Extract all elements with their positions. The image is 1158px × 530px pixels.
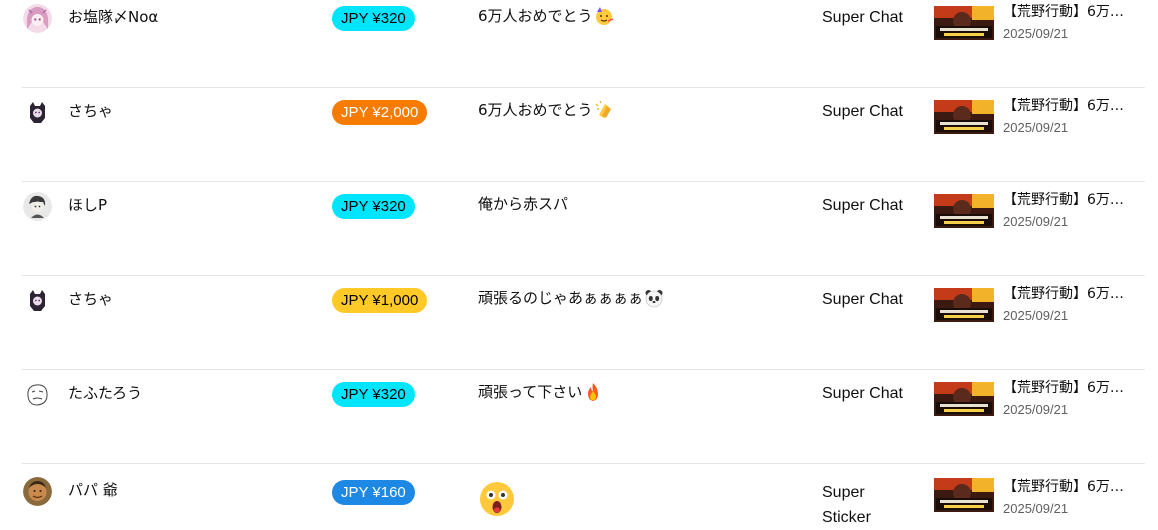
avatar[interactable] <box>23 380 52 409</box>
date-label: 2025/09/21 <box>1003 308 1069 323</box>
table-row[interactable]: たふたろう JPY ¥320 頑張って下さい Super Chat 【荒野行動】… <box>0 370 1145 464</box>
avatar[interactable] <box>23 98 52 127</box>
donation-type: Super Chat <box>822 291 903 308</box>
donation-type: Super Chat <box>822 197 903 214</box>
message-text: 頑張って下さい <box>478 381 603 403</box>
message-content: 頑張るのじゃあぁぁぁぁ <box>478 289 644 307</box>
surprised-face-sticker <box>478 480 516 518</box>
donor-name[interactable]: ほしP <box>68 195 107 215</box>
donation-type: Super Chat <box>822 103 903 120</box>
partying-face-emoji <box>594 6 614 26</box>
donor-name[interactable]: さちゃ <box>68 289 113 309</box>
date-label: 2025/09/21 <box>1003 402 1069 417</box>
table-row[interactable]: さちゃ JPY ¥2,000 6万人おめでとう Super Chat 【荒野行動… <box>0 88 1145 182</box>
donation-type: Super Chat <box>822 9 903 26</box>
message-text: 俺から赤スパ <box>478 193 568 215</box>
donor-name[interactable]: お塩隊〆Noα <box>68 7 158 27</box>
avatar[interactable] <box>23 477 52 506</box>
date-label: 2025/09/21 <box>1003 501 1069 516</box>
video-title[interactable]: 【荒野行動】6万人記念 <box>1003 2 1128 22</box>
amount-badge: JPY ¥1,000 <box>332 288 428 313</box>
donation-type: Super Sticker <box>822 484 871 526</box>
video-title[interactable]: 【荒野行動】6万人記念 <box>1003 284 1128 304</box>
panda-face-emoji <box>644 288 664 308</box>
message-text: 頑張るのじゃあぁぁぁぁ <box>478 287 664 309</box>
message-text: 6万人おめでとう <box>478 5 614 27</box>
amount-badge: JPY ¥2,000 <box>332 100 428 125</box>
table-row[interactable]: ほしP JPY ¥320 俺から赤スパ Super Chat 【荒野行動】6万人… <box>0 182 1145 276</box>
video-thumbnail[interactable] <box>934 478 994 512</box>
donation-type: Super Chat <box>822 385 903 402</box>
video-thumbnail[interactable] <box>934 288 994 322</box>
message-content: 6万人おめでとう <box>478 101 593 119</box>
table-row[interactable]: パパ 爺 JPY ¥160 Super Sticker 【荒野行動】6万人記念 … <box>0 464 1145 526</box>
message-text: 6万人おめでとう <box>478 99 614 121</box>
donor-name[interactable]: たふたろう <box>68 383 142 403</box>
video-thumbnail[interactable] <box>934 6 994 40</box>
amount-badge: JPY ¥320 <box>332 6 415 31</box>
table-row[interactable]: さちゃ JPY ¥1,000 頑張るのじゃあぁぁぁぁ Super Chat 【荒… <box>0 276 1145 370</box>
video-thumbnail[interactable] <box>934 382 994 416</box>
video-thumbnail[interactable] <box>934 194 994 228</box>
avatar[interactable] <box>23 192 52 221</box>
fire-emoji <box>583 382 603 402</box>
video-title[interactable]: 【荒野行動】6万人記念 <box>1003 378 1128 398</box>
amount-badge: JPY ¥160 <box>332 480 415 505</box>
date-label: 2025/09/21 <box>1003 26 1069 41</box>
video-title[interactable]: 【荒野行動】6万人記念 <box>1003 96 1128 116</box>
amount-badge: JPY ¥320 <box>332 382 415 407</box>
avatar[interactable] <box>23 4 52 33</box>
message-content: 俺から赤スパ <box>478 195 569 213</box>
message-content: 6万人おめでとう <box>478 7 593 25</box>
donor-name[interactable]: さちゃ <box>68 101 113 121</box>
video-thumbnail[interactable] <box>934 100 994 134</box>
clapping-hands-emoji <box>594 100 614 120</box>
video-title[interactable]: 【荒野行動】6万人記念 <box>1003 190 1128 210</box>
date-label: 2025/09/21 <box>1003 120 1069 135</box>
video-title[interactable]: 【荒野行動】6万人記念 <box>1003 477 1128 497</box>
message-content: 頑張って下さい <box>478 383 583 401</box>
avatar[interactable] <box>23 286 52 315</box>
amount-badge: JPY ¥320 <box>332 194 415 219</box>
date-label: 2025/09/21 <box>1003 214 1069 229</box>
table-row[interactable]: お塩隊〆Noα JPY ¥320 6万人おめでとう Super Chat 【荒野… <box>0 0 1145 88</box>
donor-name[interactable]: パパ 爺 <box>68 480 118 500</box>
